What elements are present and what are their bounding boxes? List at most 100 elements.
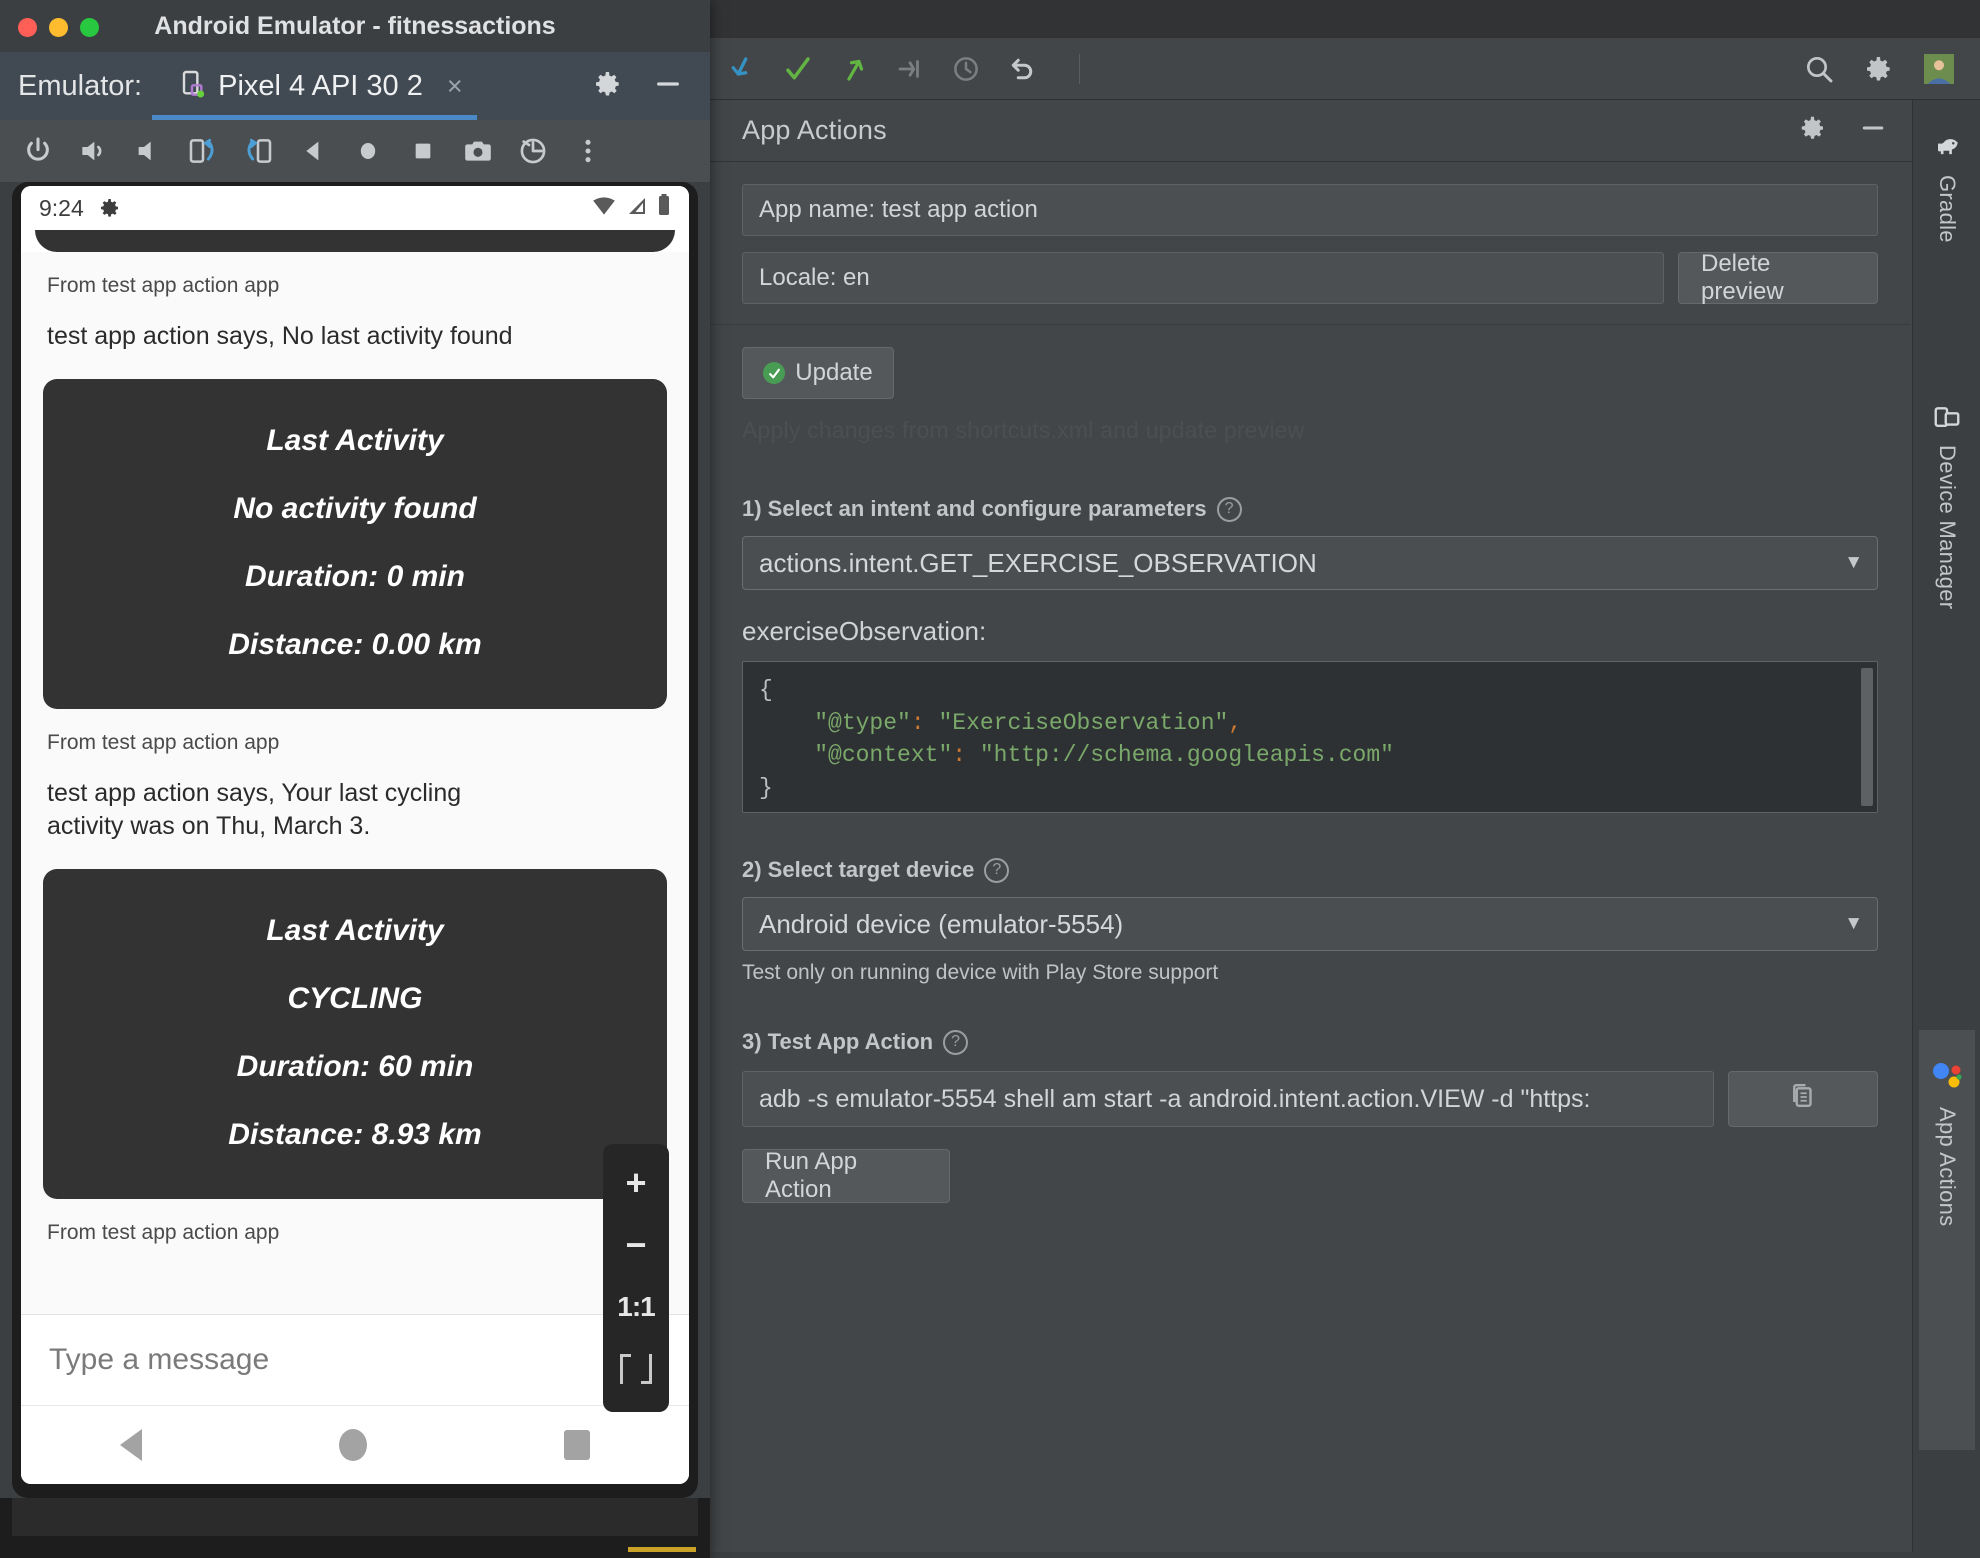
google-assistant-icon — [1930, 1060, 1964, 1099]
json-key-type: "@type" — [814, 709, 911, 736]
emulator-toolbar — [0, 120, 710, 182]
app-actions-panel-header: App Actions — [710, 100, 1912, 162]
rotate-left-icon[interactable] — [175, 124, 230, 179]
minimize-window-button[interactable] — [49, 18, 68, 37]
activity-card-activity: No activity found — [233, 492, 477, 525]
phone-frame: 9:24 From test app action app test app a… — [12, 182, 698, 1498]
overview-icon[interactable] — [395, 124, 450, 179]
app-name-field[interactable]: App name: test app action — [742, 184, 1878, 236]
avatar-icon[interactable] — [1922, 52, 1956, 86]
list-item: From test app action app test app action… — [33, 709, 677, 1199]
activity-card: Last Activity No activity found Duration… — [43, 379, 667, 709]
message-text: test app action says, No last activity f… — [47, 322, 513, 350]
gear-icon[interactable] — [1862, 52, 1896, 86]
sidebar-item-device-manager[interactable]: Device Manager — [1919, 388, 1975, 625]
activity-card-duration: Duration: 0 min — [244, 560, 465, 593]
help-icon[interactable]: ? — [1216, 496, 1242, 522]
push-up-icon[interactable] — [837, 52, 871, 86]
sidebar-item-device-manager-label: Device Manager — [1935, 445, 1960, 610]
step2-text: 2) Select target device — [742, 857, 975, 882]
assistant-panel-cap — [35, 230, 675, 252]
json-value-type: "ExerciseObservation" — [938, 709, 1229, 736]
step3-label: 3) Test App Action ? — [742, 1029, 1878, 1055]
adb-command-field[interactable]: adb -s emulator-5554 shell am start -a a… — [742, 1071, 1714, 1127]
intent-select[interactable]: actions.intent.GET_EXERCISE_OBSERVATION … — [742, 536, 1878, 590]
recents-icon[interactable] — [564, 1430, 591, 1460]
phone-status-bar: 9:24 — [21, 186, 689, 230]
run-app-action-button[interactable]: Run App Action — [742, 1148, 950, 1203]
more-icon[interactable] — [560, 124, 615, 179]
history-icon[interactable] — [949, 52, 983, 86]
rotate-right-icon[interactable] — [230, 124, 285, 179]
delete-preview-button[interactable]: Delete preview — [1678, 250, 1878, 305]
activity-card-activity: CYCLING — [287, 982, 423, 1015]
json-editor-scrollbar[interactable] — [1861, 668, 1873, 806]
gear-icon[interactable] — [1798, 113, 1828, 148]
phone-navigation-bar — [21, 1406, 689, 1484]
message-input-placeholder: Type a message — [49, 1343, 270, 1376]
window-controls — [18, 18, 99, 37]
locale-field[interactable]: Locale: en — [742, 252, 1664, 304]
back-icon[interactable] — [119, 1429, 142, 1461]
target-device-select[interactable]: Android device (emulator-5554) ▼ — [742, 897, 1878, 951]
help-icon[interactable]: ? — [943, 1029, 969, 1055]
minimize-icon[interactable] — [1858, 113, 1888, 148]
tab-pixel-4-api-30[interactable]: Pixel 4 API 30 2 × — [176, 52, 463, 120]
android-emulator-window: Android Emulator - fitnessactions Emulat… — [0, 0, 710, 1558]
volume-up-icon[interactable] — [65, 124, 120, 179]
gradle-elephant-icon — [1932, 132, 1962, 167]
help-icon[interactable]: ? — [984, 857, 1010, 883]
ide-top-strip — [710, 0, 1980, 38]
emulator-tabbar: Emulator: Pixel 4 API 30 2 × — [0, 52, 710, 120]
gear-icon — [98, 196, 122, 220]
close-window-button[interactable] — [18, 18, 37, 37]
fit-screen-icon[interactable] — [603, 1338, 669, 1400]
json-comma-1: , — [1228, 709, 1243, 736]
zoom-in-button[interactable]: + — [603, 1152, 669, 1214]
emulator-titlebar: Android Emulator - fitnessactions — [0, 0, 710, 52]
tab-active-indicator — [152, 115, 477, 120]
sidebar-item-gradle[interactable]: Gradle — [1919, 118, 1975, 259]
back-icon[interactable] — [285, 124, 340, 179]
json-colon-2: : — [952, 742, 967, 769]
copy-button[interactable] — [1728, 1071, 1878, 1127]
parameter-json-editor[interactable]: { "@type": "ExerciseObservation", "@cont… — [742, 661, 1878, 813]
accept-icon[interactable] — [781, 52, 815, 86]
search-icon[interactable] — [1802, 52, 1836, 86]
sidebar-item-app-actions-label: App Actions — [1935, 1107, 1960, 1227]
list-item: From test app action app test app action… — [33, 252, 677, 709]
zoom-out-button[interactable]: − — [603, 1214, 669, 1276]
maximize-window-button[interactable] — [80, 18, 99, 37]
section-divider — [710, 324, 1910, 325]
restore-icon[interactable] — [505, 124, 560, 179]
emulator-label: Emulator: — [18, 69, 143, 102]
message-input-bar[interactable]: Type a message — [21, 1314, 689, 1406]
diff-icon[interactable] — [893, 52, 927, 86]
message-source: From test app action app — [47, 274, 280, 297]
minimize-icon[interactable] — [652, 68, 684, 105]
power-icon[interactable] — [10, 124, 65, 179]
actual-size-button[interactable]: 1:1 — [603, 1276, 669, 1338]
chevron-down-icon: ▼ — [1844, 913, 1863, 934]
parameter-label: exerciseObservation: — [742, 616, 987, 646]
toolbar-separator — [1079, 53, 1080, 84]
update-hint: Apply changes from shortcuts.xml and upd… — [742, 417, 1305, 443]
activity-card-title: Last Activity — [266, 914, 444, 947]
gear-icon[interactable] — [592, 68, 624, 105]
json-value-context: "http://schema.googleapis.com" — [979, 742, 1394, 769]
revert-icon[interactable] — [1005, 52, 1039, 86]
home-icon[interactable] — [340, 124, 395, 179]
emulator-zoom-controls: + − 1:1 — [603, 1144, 669, 1412]
volume-down-icon[interactable] — [120, 124, 175, 179]
sidebar-item-app-actions[interactable]: App Actions — [1919, 1030, 1975, 1450]
sidebar-item-gradle-label: Gradle — [1935, 175, 1960, 243]
json-key-context: "@context" — [814, 742, 953, 769]
pull-down-icon[interactable] — [725, 52, 759, 86]
close-icon[interactable]: × — [447, 71, 463, 102]
battery-icon — [657, 194, 671, 222]
ide-toolbar — [710, 38, 1980, 100]
update-button[interactable]: Update — [742, 347, 894, 399]
home-icon[interactable] — [338, 1429, 367, 1461]
activity-card-distance: Distance: 0.00 km — [228, 628, 482, 661]
screenshot-icon[interactable] — [450, 124, 505, 179]
